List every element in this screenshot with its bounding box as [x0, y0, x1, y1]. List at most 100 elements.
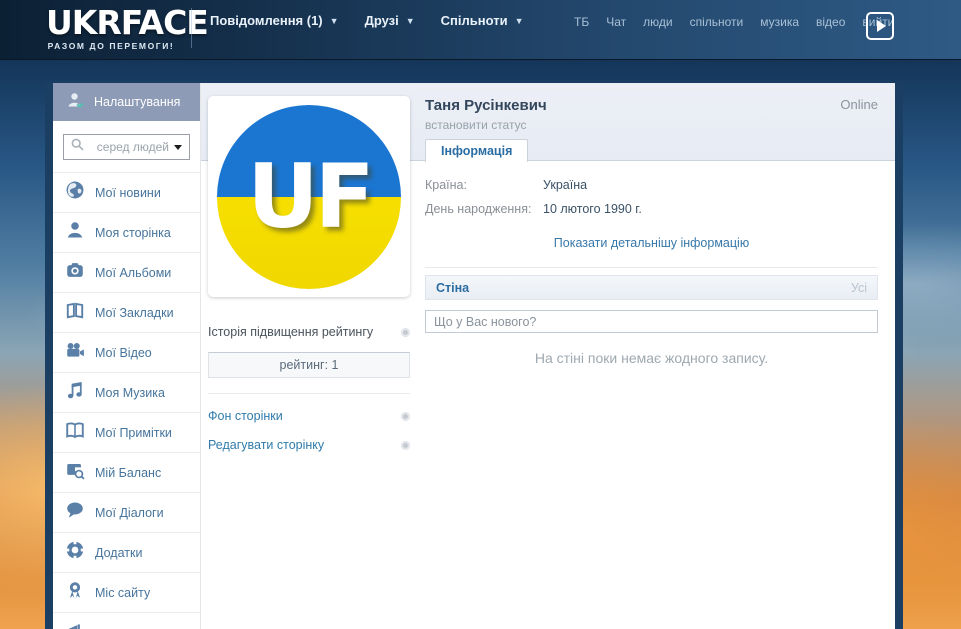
search-icon [71, 138, 84, 156]
info-label: День народження: [425, 202, 543, 216]
main-container: Налаштування Мої новини Моя сторінка [45, 83, 903, 629]
avatar-card: UF [208, 96, 410, 297]
rating-history-label: Історія підвищення рейтингу [208, 325, 373, 339]
nav-friends[interactable]: Друзі ▼ [365, 13, 415, 28]
sidebar-item-apps[interactable]: Додатки [53, 533, 200, 573]
sidebar-item-label: Мій Баланс [95, 466, 161, 480]
sidebar-settings-label: Налаштування [94, 95, 180, 109]
chevron-down-icon: ▼ [515, 16, 524, 26]
sidebar-item-albums[interactable]: Мої Альбоми [53, 253, 200, 293]
tab-information[interactable]: Інформація [425, 139, 528, 162]
award-icon [65, 580, 85, 605]
edit-page-link[interactable]: Редагувати сторінку [208, 438, 324, 452]
main-nav: Повідомлення (1) ▼ Друзі ▼ Спільноти ▼ [210, 13, 524, 28]
link-chat[interactable]: Чат [606, 15, 626, 29]
show-details-link[interactable]: Показати детальнішу інформацію [425, 236, 878, 250]
avatar-initials: UF [247, 153, 371, 241]
sidebar-item-label: Мої Діалоги [95, 506, 164, 520]
chevron-down-icon: ▼ [406, 16, 415, 26]
notes-book-icon [65, 420, 85, 445]
page-background-link[interactable]: Фон сторінки [208, 409, 283, 423]
wall-empty-text: На стіні поки немає жодного запису. [425, 350, 878, 366]
sidebar-item-label: Моя сторінка [95, 226, 171, 240]
info-value: Україна [543, 178, 587, 192]
sidebar-item-label: Мої Відео [95, 346, 152, 360]
rating-badge: рейтинг: 1 [208, 352, 410, 378]
set-status-link[interactable]: встановити статус [425, 118, 526, 132]
dialog-bubble-icon [65, 500, 85, 525]
sidebar-item-miss[interactable]: Міс сайту [53, 573, 200, 613]
profile-head: Таня Русінкевич встановити статус Online [425, 83, 878, 139]
profile-info: Країна: Україна День народження: 10 люто… [425, 162, 878, 250]
search-box[interactable] [63, 134, 190, 160]
sidebar-item-partial[interactable] [53, 613, 200, 629]
wall-header: Стіна Усі [425, 275, 878, 300]
info-dot-icon[interactable] [401, 441, 410, 450]
avatar[interactable]: UF [217, 105, 401, 289]
sidebar-item-notes[interactable]: Мої Примітки [53, 413, 200, 453]
music-note-icon [65, 380, 85, 405]
megaphone-icon [65, 620, 85, 629]
wall-title: Стіна [436, 281, 469, 295]
link-video[interactable]: відео [816, 15, 845, 29]
apps-icon [65, 540, 85, 565]
wall-filter-all[interactable]: Усі [851, 281, 867, 295]
sidebar-item-label: Мої Альбоми [95, 266, 171, 280]
top-header: UKRFACE РАЗОМ ДО ПЕРЕМОГИ! Повідомлення … [0, 0, 961, 60]
online-status: Online [840, 97, 878, 112]
info-label: Країна: [425, 178, 543, 192]
sidebar-menu: Мої новини Моя сторінка Мої Альбоми Мої … [53, 172, 200, 629]
video-camera-icon [65, 340, 85, 365]
nav-messages-label: Повідомлення (1) [210, 13, 323, 28]
info-dot-icon[interactable] [401, 412, 410, 421]
balance-icon [65, 460, 85, 485]
content-area: UF Історія підвищення рейтингу рейтинг: … [201, 83, 895, 629]
sidebar-item-dialogs[interactable]: Мої Діалоги [53, 493, 200, 533]
sidebar-item-news[interactable]: Мої новини [53, 173, 200, 213]
camera-icon [65, 260, 85, 285]
nav-messages[interactable]: Повідомлення (1) ▼ [210, 13, 339, 28]
nav-communities[interactable]: Спільноти ▼ [441, 13, 524, 28]
link-communities[interactable]: спільноти [690, 15, 744, 29]
page-background-row[interactable]: Фон сторінки [208, 409, 410, 423]
nav-communities-label: Спільноти [441, 13, 508, 28]
edit-page-row[interactable]: Редагувати сторінку [208, 438, 410, 452]
sidebar-item-music[interactable]: Моя Музика [53, 373, 200, 413]
link-people[interactable]: люди [643, 15, 672, 29]
sidebar-item-videos[interactable]: Мої Відео [53, 333, 200, 373]
profile-tabs: Інформація [425, 139, 878, 162]
chevron-down-icon: ▼ [330, 16, 339, 26]
play-button[interactable] [866, 12, 894, 40]
search-scope-dropdown-icon[interactable] [174, 145, 182, 150]
sidebar-item-label: Міс сайту [95, 586, 150, 600]
sidebar-item-label: Додатки [95, 546, 142, 560]
wall-post-input[interactable] [425, 310, 878, 333]
play-icon [877, 20, 886, 32]
nav-friends-label: Друзі [365, 13, 399, 28]
info-dot-icon[interactable] [401, 328, 410, 337]
sidebar-item-bookmarks[interactable]: Мої Закладки [53, 293, 200, 333]
profile-name: Таня Русінкевич [425, 97, 878, 114]
profile-right-column: Таня Русінкевич встановити статус Online… [418, 83, 895, 629]
profile-left-column: UF Історія підвищення рейтингу рейтинг: … [201, 83, 418, 629]
sidebar-item-label: Моя Музика [95, 386, 165, 400]
rating-history-row[interactable]: Історія підвищення рейтингу [208, 325, 410, 339]
divider [208, 393, 410, 394]
sidebar-item-balance[interactable]: Мій Баланс [53, 453, 200, 493]
link-music[interactable]: музика [760, 15, 799, 29]
logo-text: UKRFACE [46, 6, 176, 40]
sidebar-item-settings[interactable]: Налаштування [53, 83, 200, 121]
search-input[interactable] [84, 140, 169, 154]
link-tv[interactable]: ТБ [574, 15, 589, 29]
sidebar: Налаштування Мої новини Моя сторінка [53, 83, 201, 629]
header-links: ТБ Чат люди спільноти музика відео вийти [574, 15, 894, 29]
sidebar-item-label: Мої Примітки [95, 426, 172, 440]
logo[interactable]: UKRFACE РАЗОМ ДО ПЕРЕМОГИ! [46, 6, 176, 51]
sidebar-item-label: Мої Закладки [95, 306, 174, 320]
logo-tagline: РАЗОМ ДО ПЕРЕМОГИ! [46, 41, 176, 51]
header-separator [191, 8, 192, 48]
info-row-birthday: День народження: 10 лютого 1990 г. [425, 197, 878, 221]
sidebar-item-my-page[interactable]: Моя сторінка [53, 213, 200, 253]
globe-icon [65, 180, 85, 205]
page: UKRFACE РАЗОМ ДО ПЕРЕМОГИ! Повідомлення … [0, 0, 961, 629]
